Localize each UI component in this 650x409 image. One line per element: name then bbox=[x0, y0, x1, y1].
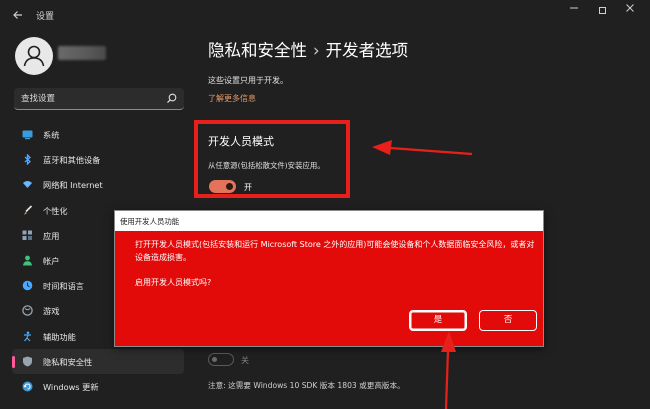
yes-button[interactable]: 是 bbox=[409, 310, 467, 331]
account-icon bbox=[23, 255, 32, 266]
apps-icon bbox=[22, 230, 32, 240]
gaming-icon bbox=[22, 305, 33, 317]
system-icon bbox=[22, 130, 33, 140]
learn-more-link[interactable]: 了解更多信息 bbox=[208, 93, 256, 104]
developer-mode-toggle[interactable] bbox=[209, 180, 236, 193]
app-title: 设置 bbox=[36, 12, 55, 22]
network-icon bbox=[23, 181, 32, 189]
user-avatar-icon[interactable] bbox=[15, 37, 53, 75]
toggle-state-label: 关 bbox=[241, 356, 249, 365]
bluetooth-icon bbox=[24, 154, 31, 166]
sidebar-item-system[interactable]: 系统 bbox=[12, 122, 184, 147]
toggle-knob bbox=[226, 183, 233, 190]
maximize-icon bbox=[598, 7, 606, 14]
sidebar-item-label: 网络和 Internet bbox=[43, 180, 103, 191]
settings-search[interactable] bbox=[14, 88, 184, 110]
search-input[interactable] bbox=[14, 88, 164, 109]
settings-window: 设置 查找设置 系统 蓝牙和其他设备 网络和 Internet 个性化 应用 帐… bbox=[0, 0, 650, 409]
sidebar-item-windows-update[interactable]: Windows 更新 bbox=[12, 374, 184, 399]
sidebar-item-label: 系统 bbox=[43, 130, 60, 140]
title-bar: 设置 bbox=[0, 0, 650, 32]
sidebar-item-label: 辅助功能 bbox=[43, 331, 76, 342]
annotation-arrow-right bbox=[372, 140, 473, 156]
developer-mode-description: 从任意源(包括松散文件)安装应用。 bbox=[208, 161, 325, 170]
developer-features-dialog: 使用开发人员功能 打开开发人员模式(包括安装和运行 Microsoft Stor… bbox=[114, 210, 544, 347]
sidebar-item-label: 隐私和安全性 bbox=[43, 356, 93, 367]
windows-update-icon bbox=[22, 381, 33, 392]
toggle-state-label: 开 bbox=[244, 183, 252, 192]
breadcrumb-parent[interactable]: 隐私和安全性 bbox=[208, 41, 307, 60]
dialog-title: 使用开发人员功能 bbox=[120, 217, 180, 226]
sidebar-item-label: 蓝牙和其他设备 bbox=[43, 155, 101, 166]
back-arrow-icon[interactable] bbox=[10, 7, 26, 23]
developer-mode-card: 开发人员模式 从任意源(包括松散文件)安装应用。 开 bbox=[194, 120, 350, 198]
sidebar-item-privacy-security[interactable]: 隐私和安全性 bbox=[12, 348, 184, 374]
sidebar-item-label: 个性化 bbox=[43, 205, 68, 216]
toggle-knob bbox=[212, 357, 217, 362]
search-icon[interactable] bbox=[165, 92, 178, 105]
annotation-arrow-up bbox=[441, 331, 456, 409]
sidebar-item-network[interactable]: 网络和 Internet bbox=[12, 172, 184, 197]
accessibility-icon bbox=[24, 331, 31, 341]
close-button[interactable] bbox=[616, 2, 644, 20]
device-portal-toggle[interactable] bbox=[208, 353, 234, 366]
dialog-title-bar: 使用开发人员功能 bbox=[115, 211, 543, 231]
page-title: 隐私和安全性 › 开发者选项 bbox=[208, 37, 408, 61]
minimize-icon bbox=[570, 7, 578, 9]
minimize-button[interactable] bbox=[560, 2, 588, 20]
brush-icon bbox=[23, 204, 33, 215]
developer-mode-title: 开发人员模式 bbox=[208, 135, 274, 148]
no-button[interactable]: 否 bbox=[479, 310, 537, 331]
maximize-button[interactable] bbox=[588, 2, 616, 20]
dialog-question: 启用开发人员模式吗? bbox=[135, 278, 212, 287]
close-icon bbox=[626, 4, 634, 12]
time-language-icon bbox=[22, 280, 33, 291]
sidebar-item-label: Windows 更新 bbox=[43, 381, 99, 392]
sidebar-item-label: 应用 bbox=[43, 230, 60, 241]
intro-text: 这些设置只用于开发。 bbox=[208, 76, 288, 85]
sidebar-item-label: 帐户 bbox=[43, 255, 60, 266]
sidebar-item-bluetooth[interactable]: 蓝牙和其他设备 bbox=[12, 147, 184, 172]
user-name-blurred bbox=[58, 46, 106, 60]
breadcrumb-current: 开发者选项 bbox=[325, 41, 409, 60]
sidebar-item-label: 时间和语言 bbox=[43, 281, 84, 292]
sidebar-item-label: 游戏 bbox=[43, 306, 60, 317]
dialog-message: 打开开发人员模式(包括安装和运行 Microsoft Store 之外的应用)可… bbox=[135, 240, 535, 262]
shield-icon bbox=[23, 356, 32, 367]
sdk-note: 注意: 这需要 Windows 10 SDK 版本 1803 或更高版本。 bbox=[208, 381, 405, 390]
breadcrumb-separator: › bbox=[313, 41, 320, 60]
